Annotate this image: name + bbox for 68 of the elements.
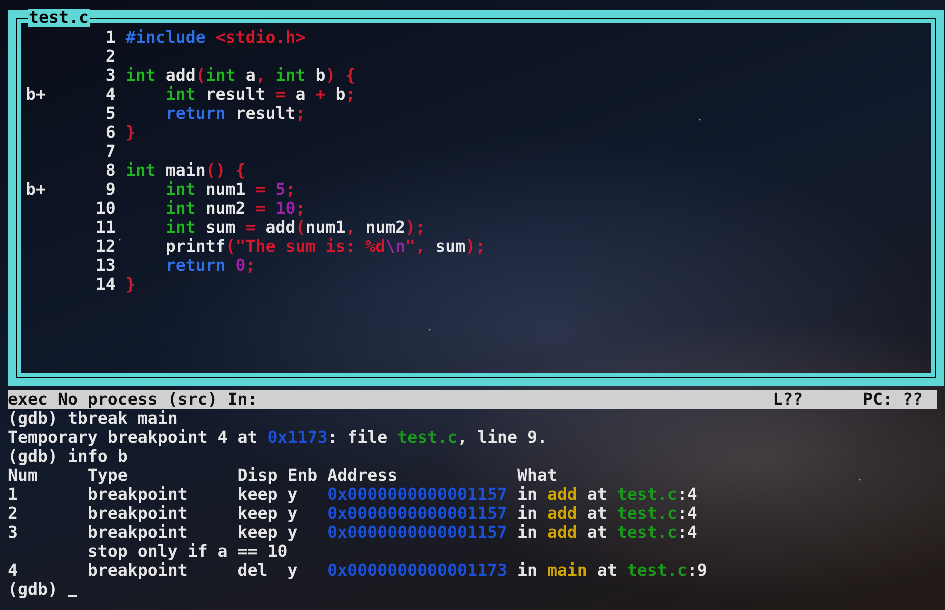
table-cell: in add at test.c:4 (517, 504, 698, 523)
console-line: Temporary breakpoint 4 at 0x1173: file test.c, line 9. (8, 428, 548, 447)
line-number: 1 (106, 28, 116, 47)
code-line: } (126, 275, 136, 294)
table-cell: y (288, 523, 298, 542)
line-number: 13 (96, 256, 116, 275)
line-indicator: L?? (773, 390, 804, 409)
column-header: Type (88, 466, 128, 485)
table-cell: in add at test.c:4 (517, 485, 698, 504)
table-cell: del (238, 561, 268, 580)
code-line: int result = a + b; (164, 85, 356, 104)
table-cell: 0x0000000000001173 (328, 561, 508, 580)
code-line: return result; (164, 104, 306, 123)
table-cell: breakpoint (88, 504, 188, 523)
table-cell: breakpoint (88, 561, 188, 580)
line-number: 11 (96, 218, 116, 237)
pc-indicator: PC: ?? (863, 390, 923, 409)
table-cell: y (288, 561, 298, 580)
line-number: 14 (96, 275, 116, 294)
text-cursor (68, 595, 77, 597)
table-cell: 1 (8, 485, 18, 504)
table-cell: keep (238, 523, 278, 542)
line-number: 6 (106, 123, 116, 142)
line-number: 10 (96, 199, 116, 218)
window-title: test.c (28, 9, 90, 27)
console-prompt: (gdb) (8, 580, 58, 599)
condition-text: stop only if a == 10 (88, 542, 288, 561)
console-line: (gdb) info b (8, 447, 128, 466)
line-number: 12 (96, 237, 116, 256)
table-cell: breakpoint (88, 523, 188, 542)
code-line: int main() { (126, 161, 246, 180)
code-line: int num2 = 10; (164, 199, 306, 218)
line-number: 9 (106, 180, 116, 199)
table-cell: 0x0000000000001157 (328, 523, 508, 542)
line-number: 7 (106, 142, 116, 161)
table-cell: in main at test.c:9 (517, 561, 708, 580)
table-cell: breakpoint (88, 485, 188, 504)
line-number: 2 (106, 47, 116, 66)
column-header: Num (8, 466, 38, 485)
table-cell: keep (238, 504, 278, 523)
code-line: #include <stdio.h> (126, 28, 306, 47)
code-line: printf("The sum is: %d\n", sum); (164, 237, 486, 256)
status-text: exec No process (src) In: (8, 390, 258, 409)
code-line: int add(int a, int b) { (126, 66, 356, 85)
column-header: Address (328, 466, 398, 485)
table-cell: 4 (8, 561, 18, 580)
table-cell: 3 (8, 523, 18, 542)
table-cell: y (288, 504, 298, 523)
column-header: Disp (238, 466, 278, 485)
table-cell: keep (238, 485, 278, 504)
table-cell: in add at test.c:4 (517, 523, 698, 542)
code-line: return 0; (164, 256, 256, 275)
console-line: (gdb) tbreak main (8, 409, 178, 428)
table-cell: 0x0000000000001157 (328, 485, 508, 504)
table-cell: 2 (8, 504, 18, 523)
table-cell: y (288, 485, 298, 504)
breakpoint-marker: b+ (26, 85, 46, 104)
column-header: What (517, 466, 558, 485)
line-number: 3 (106, 66, 116, 85)
line-number: 5 (106, 104, 116, 123)
column-header: Enb (288, 466, 318, 485)
code-line: int num1 = 5; (164, 180, 296, 199)
line-number: 4 (106, 85, 116, 104)
table-cell: 0x0000000000001157 (328, 504, 508, 523)
line-number: 8 (106, 161, 116, 180)
breakpoint-marker: b+ (26, 180, 46, 199)
code-line: } (126, 123, 136, 142)
code-line: int sum = add(num1, num2); (164, 218, 426, 237)
